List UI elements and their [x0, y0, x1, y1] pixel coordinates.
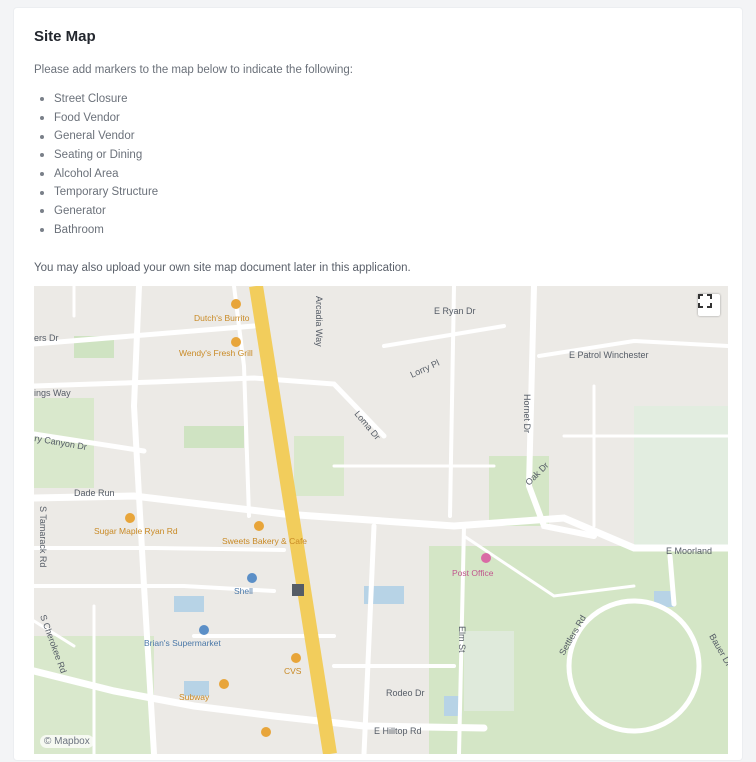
misc-icon [481, 553, 491, 563]
poi-label: Brian's Supermarket [144, 638, 221, 648]
highway [249, 286, 337, 754]
park-area [634, 406, 728, 546]
food-icon [219, 679, 229, 689]
street-label: Loma Dr [352, 409, 382, 442]
section-title: Site Map [34, 28, 96, 45]
road [34, 323, 257, 347]
transit-icon [292, 584, 304, 596]
bullet-icon [40, 97, 44, 102]
bullet-icon [40, 209, 44, 214]
food-icon [291, 653, 301, 663]
list-item: Seating or Dining [40, 146, 158, 165]
poi-label: Sugar Maple Ryan Rd [94, 526, 178, 536]
poi-label: Wendy's Fresh Grill [179, 348, 253, 358]
poi-label: Dutch's Burrito [194, 313, 250, 323]
road [34, 546, 286, 552]
bullet-icon [40, 228, 44, 233]
road [382, 324, 506, 348]
map-canvas[interactable]: ers Dr ings Way ry Canyon Dr Dade Run S … [34, 286, 728, 754]
food-icon [231, 299, 241, 309]
street-label: Lorry Pl [409, 358, 441, 380]
poi-label: Post Office [452, 568, 494, 578]
street-label: S Tamarack Rd [38, 506, 48, 567]
poi-label: Subway [179, 692, 210, 702]
fullscreen-icon [698, 294, 712, 308]
shop-icon [247, 573, 257, 583]
street-label: ings Way [34, 388, 71, 398]
road [448, 286, 456, 518]
list-item: Temporary Structure [40, 183, 158, 202]
bullet-icon [40, 190, 44, 195]
road [361, 523, 377, 754]
street-label: Arcadia Way [314, 296, 324, 347]
street-label: E Patrol Winchester [569, 350, 649, 360]
street-label: ers Dr [34, 333, 59, 343]
poi-label: CVS [284, 666, 302, 676]
bullet-icon [40, 116, 44, 121]
food-icon [254, 521, 264, 531]
street-label: E Moorland [666, 546, 712, 556]
list-item: Alcohol Area [40, 165, 158, 184]
street-label: E Hilltop Rd [374, 726, 422, 736]
park-area [184, 426, 244, 448]
list-item: Bathroom [40, 221, 158, 240]
food-icon [261, 727, 271, 737]
shop-icon [199, 625, 209, 635]
bullet-icon [40, 153, 44, 158]
park-area [464, 631, 514, 711]
upload-note: You may also upload your own site map do… [34, 262, 411, 274]
food-icon [125, 513, 135, 523]
fullscreen-button[interactable] [698, 294, 720, 316]
site-map-card: Site Map Please add markers to the map b… [14, 8, 742, 760]
map-attribution[interactable]: © Mapbox [40, 735, 94, 748]
instructions-text: Please add markers to the map below to i… [34, 64, 353, 76]
street-label: Rodeo Dr [386, 688, 425, 698]
list-item: Street Closure [40, 90, 158, 109]
street-label: Elm St [457, 626, 467, 653]
marker-type-list: Street Closure Food Vendor General Vendo… [40, 90, 158, 240]
poi-label: Sweets Bakery & Cafe [222, 536, 307, 546]
street-label: Dade Run [74, 488, 115, 498]
bullet-icon [40, 134, 44, 139]
list-item: Food Vendor [40, 109, 158, 128]
site-map[interactable]: ers Dr ings Way ry Canyon Dr Dade Run S … [34, 286, 728, 754]
list-item: Generator [40, 202, 158, 221]
street-label: E Ryan Dr [434, 306, 476, 316]
poi-label: Shell [234, 586, 253, 596]
street-label: Hornet Dr [522, 394, 532, 433]
bullet-icon [40, 172, 44, 177]
list-item: General Vendor [40, 127, 158, 146]
food-icon [231, 337, 241, 347]
water-area [174, 596, 204, 612]
